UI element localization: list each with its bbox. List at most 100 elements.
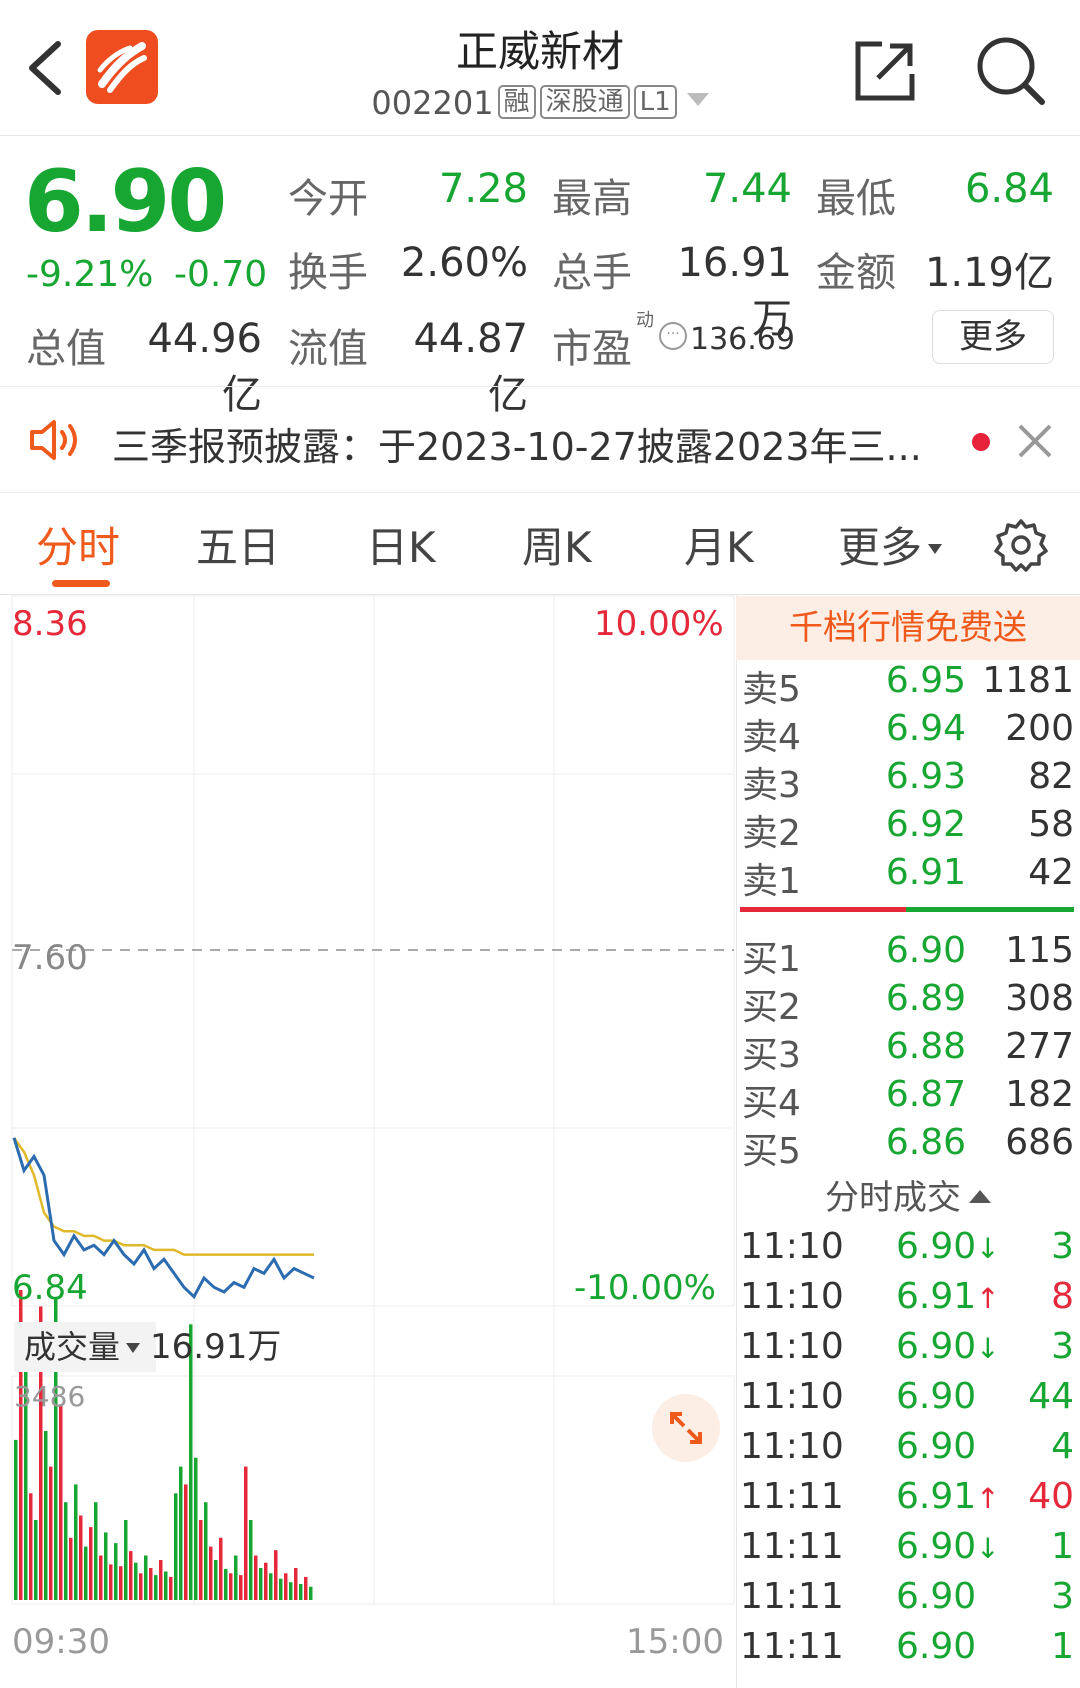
ask-qty: 82: [1028, 756, 1074, 797]
tick-direction: ↓: [976, 1232, 1000, 1265]
search-icon[interactable]: [974, 34, 1048, 108]
ask-row: 卖4 6.94 200: [742, 708, 1074, 758]
tick-direction: ↓: [976, 1532, 1000, 1565]
volume-bar: [119, 1566, 123, 1600]
intraday-chart[interactable]: [0, 594, 736, 1688]
ask-label: 卖3: [742, 765, 801, 806]
tick-row: 11:10 6.90↓ 3: [740, 1226, 1074, 1276]
bid-price: 6.88: [885, 1026, 966, 1067]
bid-qty: 277: [1005, 1026, 1074, 1067]
gear-icon[interactable]: [994, 518, 1048, 572]
stock-code: 002201: [371, 84, 494, 122]
ask-price: 6.94: [885, 708, 966, 749]
tick-row: 11:10 6.90 44: [740, 1376, 1074, 1426]
tick-price-value: 6.91: [896, 1476, 977, 1517]
tab-intraday[interactable]: 分时: [36, 514, 120, 575]
promo-banner[interactable]: 千档行情免费送: [736, 596, 1080, 660]
volume-bar: [99, 1555, 103, 1600]
bid-row: 买4 6.87 182: [742, 1074, 1074, 1124]
tab-weekly-k[interactable]: 周K: [522, 514, 592, 575]
price-axis-high: 8.36: [12, 604, 88, 644]
pe-value: 136.69: [690, 322, 795, 357]
average-price-line: [12, 1137, 314, 1256]
close-icon[interactable]: [1012, 418, 1058, 464]
amount-value: 1.19亿: [924, 250, 1054, 296]
pct-axis-high: 10.00%: [594, 604, 724, 644]
tick-volume: 44: [1028, 1376, 1074, 1417]
volume-bar: [134, 1562, 138, 1600]
ask-label: 卖4: [742, 717, 801, 758]
ask-qty: 58: [1028, 804, 1074, 845]
float-cap-label: 流值: [288, 326, 368, 372]
bid-qty: 115: [1005, 930, 1074, 971]
bid-label: 买3: [742, 1035, 801, 1076]
volume-axis-max: 3486: [14, 1380, 86, 1413]
volume-bar: [274, 1550, 278, 1600]
more-dots-icon[interactable]: ···: [659, 322, 687, 350]
tick-price-value: 6.91: [896, 1276, 977, 1317]
caret-up-icon: [969, 1190, 991, 1203]
volume-bar: [139, 1573, 143, 1600]
market-cap-label: 总值: [26, 326, 106, 372]
volume-bar: [244, 1466, 248, 1600]
top-bar: 正威新材 002201 融深股通 L1: [0, 0, 1080, 136]
tick-price-value: 6.90: [896, 1526, 977, 1567]
tick-row: 11:11 6.90↓ 1: [740, 1526, 1074, 1576]
volume-bar: [169, 1576, 173, 1600]
tab-more[interactable]: 更多: [838, 514, 943, 575]
more-button[interactable]: 更多: [932, 310, 1054, 364]
ask-price: 6.93: [885, 756, 966, 797]
tick-price-value: 6.90: [896, 1626, 977, 1667]
stock-code-row[interactable]: 002201 融深股通 L1: [0, 84, 1080, 122]
high-value: 7.44: [702, 166, 792, 212]
volume-bar: [29, 1493, 33, 1600]
tab-five-day[interactable]: 五日: [196, 514, 280, 575]
low-label: 最低: [816, 176, 896, 222]
tick-row: 11:11 6.90 3: [740, 1576, 1074, 1626]
volume-bar: [264, 1562, 268, 1600]
bid-ratio-bar: [906, 907, 1074, 912]
tick-row: 11:11 6.91↑ 40: [740, 1476, 1074, 1526]
volume-bar: [164, 1571, 168, 1600]
tab-monthly-k[interactable]: 月K: [684, 514, 754, 575]
volume-selector[interactable]: 成交量: [14, 1322, 157, 1372]
bid-label: 买5: [742, 1131, 801, 1172]
turnover-label: 换手: [288, 250, 368, 296]
expand-icon: [670, 1412, 702, 1444]
chevron-down-icon[interactable]: [686, 93, 709, 106]
volume-bar: [254, 1555, 258, 1600]
volume-bar: [144, 1555, 148, 1600]
tick-direction: ↑: [976, 1482, 1000, 1515]
tick-price: 6.90: [896, 1376, 976, 1417]
tick-price-value: 6.90: [896, 1426, 977, 1467]
bid-row: 买2 6.89 308: [742, 978, 1074, 1028]
notice-bar[interactable]: 三季报预披露：于2023-10-27披露2023年三...: [0, 388, 1080, 492]
tick-time: 11:10: [740, 1276, 844, 1317]
ask-price: 6.92: [885, 804, 966, 845]
tick-time: 11:11: [740, 1576, 844, 1617]
bid-qty: 182: [1005, 1074, 1074, 1115]
volume-bar: [304, 1576, 308, 1600]
volume-bar: [44, 1431, 48, 1600]
tick-price: 6.91↑: [896, 1276, 1000, 1317]
bid-label: 买2: [742, 987, 801, 1028]
volume-bar: [249, 1520, 253, 1600]
expand-button[interactable]: [652, 1394, 720, 1462]
bid-qty: 308: [1005, 978, 1074, 1019]
tick-price: 6.90: [896, 1576, 976, 1617]
tick-price-value: 6.90: [896, 1376, 977, 1417]
volume-bar: [224, 1568, 228, 1600]
tick-time: 11:10: [740, 1376, 844, 1417]
margin-tag: 融: [497, 85, 536, 119]
tick-volume: 1: [1051, 1626, 1074, 1667]
bid-row: 买1 6.90 115: [742, 930, 1074, 980]
amount-label: 金额: [816, 250, 896, 296]
bid-price: 6.87: [885, 1074, 966, 1115]
tab-daily-k[interactable]: 日K: [366, 514, 436, 575]
tick-volume: 1: [1051, 1526, 1074, 1567]
share-icon[interactable]: [852, 38, 918, 104]
tick-price: 6.90: [896, 1426, 976, 1467]
volume-bar: [259, 1568, 263, 1600]
ticks-header[interactable]: 分时成交: [736, 1170, 1080, 1226]
open-label: 今开: [288, 176, 368, 222]
